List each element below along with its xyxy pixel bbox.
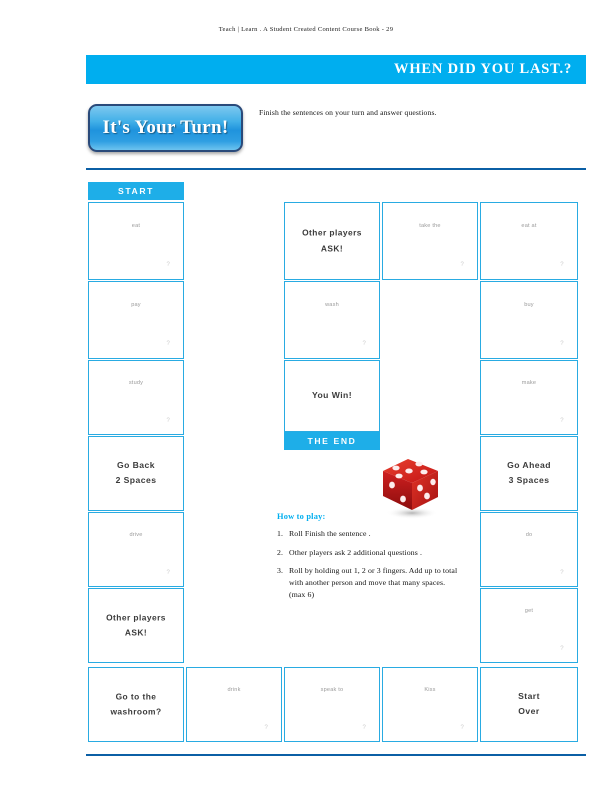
the-end-label: THE END [307, 436, 357, 446]
cell-action-line1: Other players [106, 611, 166, 622]
cell-question-mark: ? [560, 341, 564, 348]
how-to-play-step: 3. Roll by holding out 1, 2 or 3 fingers… [277, 565, 459, 601]
board-cell-get[interactable]: get ? [480, 588, 578, 663]
cell-prompt: Kiss [424, 686, 436, 693]
cell-action: Other players ASK! [89, 610, 183, 641]
board-cell-speak-to[interactable]: speak to ? [284, 667, 380, 742]
board-cell-start-over[interactable]: Start Over [480, 667, 578, 742]
board-cell-make[interactable]: make ? [480, 360, 578, 435]
cell-prompt: buy [524, 301, 534, 308]
cell-action: Start Over [481, 689, 577, 721]
start-label: START [117, 186, 154, 196]
cell-prompt: eat at [521, 222, 537, 229]
cell-question-mark: ? [460, 724, 464, 731]
cell-action-line2: washroom? [110, 706, 162, 717]
board-cell-you-win[interactable]: You Win! [284, 360, 380, 432]
the-end-band: THE END [284, 432, 380, 450]
divider-bottom [86, 754, 586, 756]
board-cell-wash[interactable]: wash ? [284, 281, 380, 359]
board-cell-washroom[interactable]: Go to the washroom? [88, 667, 184, 742]
how-to-play-step: 2. Other players ask 2 additional questi… [277, 547, 459, 559]
cell-prompt: drive [129, 531, 143, 538]
cell-action: Go Ahead 3 Spaces [481, 458, 577, 490]
board-cell-do[interactable]: do ? [480, 512, 578, 587]
cell-prompt: do [525, 531, 533, 538]
cell-action-line2: ASK! [124, 627, 148, 638]
cell-prompt: make [521, 379, 537, 386]
step-text: Roll Finish the sentence . [289, 529, 371, 538]
how-to-play-title: How to play: [277, 512, 326, 521]
cell-question-mark: ? [362, 724, 366, 731]
cell-question-mark: ? [560, 645, 564, 652]
how-to-play-step: 1. Roll Finish the sentence . [277, 528, 459, 540]
board-cell-drink[interactable]: drink ? [186, 667, 282, 742]
cell-prompt: pay [131, 301, 141, 308]
board-cell-other-players-ask-left[interactable]: Other players ASK! [88, 588, 184, 663]
cell-prompt: eat [131, 222, 141, 229]
cell-question-mark: ? [362, 341, 366, 348]
cell-action-line1: Go Back [116, 459, 156, 470]
cell-question-mark: ? [264, 724, 268, 731]
step-number: 2. [277, 547, 284, 557]
step-text: Roll by holding out 1, 2 or 3 fingers. A… [289, 566, 458, 600]
cell-prompt: take the [419, 222, 441, 229]
step-number: 3. [277, 566, 284, 576]
cell-question-mark: ? [460, 262, 464, 269]
cell-action-line1: You Win! [311, 390, 353, 401]
cell-question-mark: ? [560, 262, 564, 269]
step-text: Other players ask 2 additional questions… [289, 547, 423, 557]
cell-action-line2: 2 Spaces [115, 475, 157, 486]
cell-question-mark: ? [560, 417, 564, 424]
cell-action: Go to the washroom? [89, 689, 183, 720]
board-cell-go-back[interactable]: Go Back 2 Spaces [88, 436, 184, 511]
cell-action-line2: 3 Spaces [508, 475, 550, 486]
board-cell-drive[interactable]: drive ? [88, 512, 184, 587]
board-cell-buy[interactable]: buy ? [480, 281, 578, 359]
dice-image [372, 455, 448, 519]
cell-question-mark: ? [166, 417, 170, 424]
board-cell-study[interactable]: study ? [88, 360, 184, 435]
dice-svg [383, 459, 438, 519]
cell-action-line2: ASK! [320, 243, 344, 253]
cell-prompt: study [128, 379, 144, 386]
cell-prompt: wash [325, 301, 339, 308]
board-cell-go-ahead[interactable]: Go Ahead 3 Spaces [480, 436, 578, 511]
cell-action-line1: Go to the [115, 690, 157, 701]
cell-question-mark: ? [560, 569, 564, 576]
board-cell-other-players-ask-mid[interactable]: Other players ASK! [284, 202, 380, 280]
cell-prompt: get [524, 607, 534, 614]
cell-action: Other players ASK! [285, 225, 379, 256]
cell-question-mark: ? [166, 262, 170, 269]
how-to-play: How to play: 1. Roll Finish the sentence… [277, 512, 459, 608]
board-cell-eat[interactable]: eat ? [88, 202, 184, 280]
cell-prompt: speak to [320, 686, 344, 693]
board-cell-eat-at[interactable]: eat at ? [480, 202, 578, 280]
game-board: START eat ? pay ? study ? Go Back 2 Spac… [0, 0, 612, 792]
step-number: 1. [277, 529, 284, 538]
cell-action-line2: Over [518, 706, 540, 717]
cell-action-line1: Start [518, 690, 540, 701]
cell-action: Go Back 2 Spaces [89, 458, 183, 490]
cell-action-line1: Other players [302, 227, 362, 238]
start-band: START [88, 182, 184, 200]
cell-question-mark: ? [166, 341, 170, 348]
cell-prompt: drink [227, 686, 241, 693]
cell-action: You Win! [285, 388, 379, 404]
board-cell-kiss[interactable]: Kiss ? [382, 667, 478, 742]
board-cell-pay[interactable]: pay ? [88, 281, 184, 359]
cell-action-line1: Go Ahead [507, 459, 551, 470]
board-cell-take-the[interactable]: take the ? [382, 202, 478, 280]
cell-question-mark: ? [166, 569, 170, 576]
